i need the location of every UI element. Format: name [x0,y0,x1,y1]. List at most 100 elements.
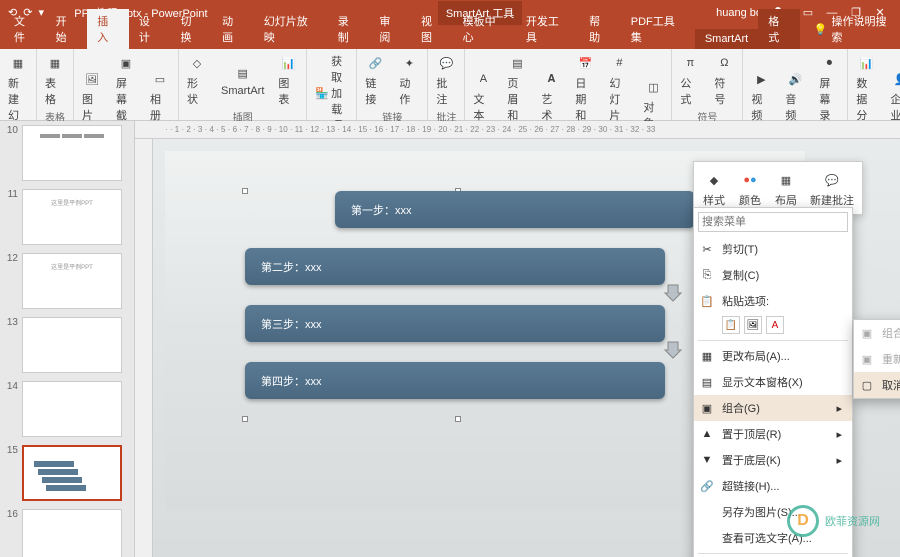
video-button[interactable]: ▶视频 [747,67,775,125]
action-button[interactable]: ✦动作 [395,51,423,109]
equation-button[interactable]: π公式 [676,51,704,109]
sub-ungroup[interactable]: ▢取消组合(U) [854,372,900,398]
link-button[interactable]: 🔗链接 [361,51,389,109]
chevron-right-icon: ▸ [836,454,842,467]
thumb-11[interactable]: 11这里是平例PPT [4,189,130,245]
thumb-15[interactable]: 15 [4,445,130,501]
group-images: 🖼图片 ▣屏幕截图 ▭相册 图像 [74,49,179,120]
slide-thumbnails[interactable]: 10 11这里是平例PPT 12这里是平例PPT 13 14 15 16 [0,121,135,557]
group-tables: ▦表格表格 [37,49,74,120]
slide-editor[interactable]: · · 1 · 2 · 3 · 4 · 5 · 6 · 7 · 8 · 9 · … [135,121,900,557]
scissors-icon: ✂ [700,242,714,256]
tab-transitions[interactable]: 切换 [171,9,213,49]
cm-paste-options: 📋 🖼 A [694,314,852,338]
ribbon-tabs: 文件 开始 插入 设计 切换 动画 幻灯片放映 录制 审阅 视图 模板中心 开发… [0,25,900,49]
thumb-12[interactable]: 12这里是平例PPT [4,253,130,309]
group-illustrations: ◇形状 ▤SmartArt 📊图表 插图 [179,49,307,120]
smartart-object[interactable]: 第一步：xxx 第二步：xxx 第三步：xxx 第四步：xxx [245,191,665,419]
cm-paste-header: 📋粘贴选项: [694,288,852,314]
paste-text-icon[interactable]: A [766,316,784,334]
smartart-step-4[interactable]: 第四步：xxx [245,362,665,399]
cm-copy[interactable]: ⎘复制(C) [694,262,852,288]
group-comments: 💬批注批注 [428,49,465,120]
down-arrow-icon [663,283,683,303]
tab-help[interactable]: 帮助 [579,9,621,49]
comment-button[interactable]: 💬批注 [432,51,460,109]
watermark: D 欧菲资源网 [787,505,880,537]
group-pptrec: 📊数据分析报告 👤企业培训 PPT推荐 [848,49,900,120]
tab-design[interactable]: 设计 [129,9,171,49]
smartart-step-1[interactable]: 第一步：xxx [335,191,695,228]
thumb-14[interactable]: 14 [4,381,130,437]
audio-button[interactable]: 🔊音频 [781,67,809,125]
selection-handle[interactable] [242,188,248,194]
smartart-step-2[interactable]: 第二步：xxx [245,248,665,285]
group-links: 🔗链接 ✦动作 链接 [357,49,428,120]
group-media: ▶视频 🔊音频 ⏺屏幕录制 媒体 [743,49,848,120]
tab-home[interactable]: 开始 [46,9,88,49]
tab-templates[interactable]: 模板中心 [453,9,516,49]
selection-handle[interactable] [455,416,461,422]
copy-icon: ⎘ [700,268,714,282]
ungroup-icon: ▢ [860,378,874,392]
tab-developer[interactable]: 开发工具 [516,9,579,49]
back-icon: ▼ [700,453,714,467]
shapes-button[interactable]: ◇形状 [183,51,211,109]
album-button[interactable]: ▭相册 [146,67,174,125]
tab-animations[interactable]: 动画 [212,9,254,49]
group-submenu: ▣组合(G) ▣重新组合(E) ▢取消组合(U) [853,319,900,399]
chevron-right-icon: ▸ [836,402,842,415]
regroup-icon: ▣ [860,352,874,366]
ribbon: ▦新建 幻灯片幻灯片 ▦表格表格 🖼图片 ▣屏幕截图 ▭相册 图像 ◇形状 ▤S… [0,49,900,121]
clipboard-icon: 📋 [700,294,714,308]
tab-pdf[interactable]: PDF工具集 [621,9,695,49]
tab-file[interactable]: 文件 [4,9,46,49]
cm-send-back[interactable]: ▼置于底层(K)▸ [694,447,852,473]
watermark-logo-icon: D [787,505,819,537]
symbol-button[interactable]: Ω符号 [710,51,738,109]
cm-group[interactable]: ▣组合(G)▸ [694,395,852,421]
tell-me-search[interactable]: 💡 操作说明搜索 [810,9,900,49]
thumb-16[interactable]: 16 [4,509,130,557]
sub-regroup: ▣重新组合(E) [854,346,900,372]
paste-picture-icon[interactable]: 🖼 [744,316,762,334]
tab-review[interactable]: 审阅 [369,9,411,49]
sub-group: ▣组合(G) [854,320,900,346]
group-text: A文本框 ▤页眉和页脚 𝐀艺术字 📅日期和时间 #幻灯片编号 ◫对象 文本 [465,49,672,120]
tab-insert[interactable]: 插入 [87,9,129,49]
group-addins: 🏪获取加载项 ⊞我的加载项 加载项 [307,49,357,120]
pictures-button[interactable]: 🖼图片 [78,67,106,125]
smartart-button[interactable]: ▤SmartArt [217,61,268,99]
mini-layout-button[interactable]: ▦布局 [770,166,802,210]
mini-color-button[interactable]: ●●颜色 [734,166,766,210]
group-symbols: π公式 Ω符号 符号 [672,49,743,120]
chart-button[interactable]: 📊图表 [274,51,302,109]
thumb-10[interactable]: 10 [4,125,130,181]
tab-format[interactable]: 格式 [758,9,800,49]
lightbulb-icon: 💡 [814,23,828,36]
cm-text-pane[interactable]: ▤显示文本窗格(X) [694,369,852,395]
selection-handle[interactable] [242,416,248,422]
thumb-13[interactable]: 13 [4,317,130,373]
cm-bring-front[interactable]: ▲置于顶层(R)▸ [694,421,852,447]
tab-record[interactable]: 录制 [328,9,370,49]
context-search-input[interactable] [698,212,848,232]
cm-cut[interactable]: ✂剪切(T) [694,236,852,262]
cm-hyperlink[interactable]: 🔗超链接(H)... [694,473,852,499]
smartart-step-3[interactable]: 第三步：xxx [245,305,665,342]
vertical-ruler [135,139,153,557]
cm-change-layout[interactable]: ▦更改布局(A)... [694,343,852,369]
mini-style-button[interactable]: ◆样式 [698,166,730,210]
tab-smartart[interactable]: SmartArt [695,29,758,49]
layout-icon: ▦ [700,349,714,363]
paste-option-icon[interactable]: 📋 [722,316,740,334]
down-arrow-icon [663,340,683,360]
chevron-right-icon: ▸ [836,428,842,441]
front-icon: ▲ [700,427,714,441]
mini-comment-button[interactable]: 💬新建批注 [806,166,858,210]
content-area: 10 11这里是平例PPT 12这里是平例PPT 13 14 15 16 · ·… [0,121,900,557]
tab-slideshow[interactable]: 幻灯片放映 [254,9,328,49]
tab-view[interactable]: 视图 [411,9,453,49]
table-button[interactable]: ▦表格 [41,51,69,109]
link-icon: 🔗 [700,479,714,493]
